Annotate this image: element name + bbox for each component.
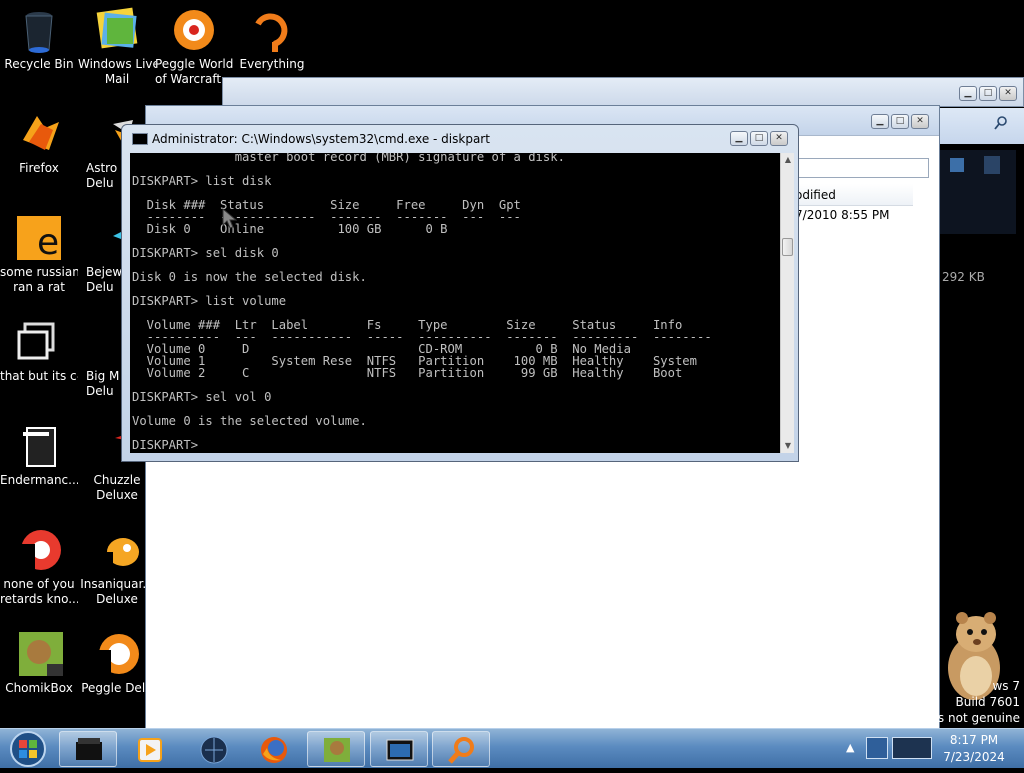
- scroll-down-arrow-icon[interactable]: ▼: [781, 439, 795, 453]
- desktop-icon-endermanc[interactable]: Endermanc...: [0, 422, 78, 488]
- icon-label: Peggle World: [155, 57, 233, 71]
- search-box[interactable]: [791, 158, 929, 178]
- maximize-button[interactable]: □: [891, 114, 909, 129]
- vertical-scrollbar[interactable]: ▲ ▼: [780, 153, 794, 453]
- peggle-icon: [170, 6, 218, 54]
- maximize-button[interactable]: □: [979, 86, 997, 101]
- taskbar-item-chomikbox[interactable]: [307, 731, 365, 767]
- magnifier-icon: [448, 737, 474, 764]
- window-icon: [386, 739, 414, 761]
- file-date-modified: /7/2010 8:55 PM: [791, 208, 890, 222]
- scroll-up-arrow-icon[interactable]: ▲: [781, 153, 795, 167]
- icon-label: that but its c#: [0, 369, 78, 383]
- show-hidden-icons-arrow-icon[interactable]: ▲: [846, 741, 854, 754]
- console-text: master boot record (MBR) signature of a …: [132, 153, 712, 452]
- start-button[interactable]: [2, 729, 54, 769]
- chomikbox-icon: [324, 738, 350, 762]
- chomikbox-icon: [15, 630, 63, 678]
- tray-network-icon[interactable]: [892, 737, 932, 759]
- scroll-thumb[interactable]: [782, 238, 793, 256]
- desktop: Recycle Bin Firefox e some russian ran a…: [0, 0, 1024, 728]
- icon-label: none of you: [3, 577, 75, 591]
- close-button[interactable]: ✕: [770, 131, 788, 146]
- tray-action-center-icon[interactable]: [866, 737, 888, 759]
- desktop-icon-recycle-bin[interactable]: Recycle Bin: [0, 6, 78, 72]
- windows-shortcut-icon: [15, 318, 63, 366]
- taskbar-clock[interactable]: 8:17 PM 7/23/2024: [932, 732, 1016, 766]
- maximize-button[interactable]: □: [750, 131, 768, 146]
- taskbar-item-firefox[interactable]: [244, 731, 302, 767]
- desktop-icon-some-russian-ran-a-rat[interactable]: e some russian ran a rat: [0, 214, 78, 295]
- icon-label: Firefox: [19, 161, 59, 175]
- media-player-icon: [138, 738, 162, 762]
- icon-label: Endermanc...: [0, 473, 78, 487]
- icon-label: Recycle Bin: [4, 57, 74, 71]
- taskbar-item-explorer[interactable]: [370, 731, 428, 767]
- desktop-icon-firefox[interactable]: Firefox: [0, 110, 78, 176]
- watermark-line1: ws 7: [992, 679, 1020, 693]
- taskbar-item-everything[interactable]: [432, 731, 490, 767]
- clock-time: 8:17 PM: [949, 733, 999, 747]
- search-icon[interactable]: [994, 116, 1008, 130]
- minimize-button[interactable]: ▁: [730, 131, 748, 146]
- everything-search-icon: [248, 6, 296, 54]
- cmd-icon: [132, 133, 148, 145]
- taskbar: ▲: [0, 728, 1024, 768]
- globe-icon: [200, 736, 228, 764]
- chrome-like-icon: [15, 526, 63, 574]
- icon-label: ChomikBox: [5, 681, 73, 695]
- minimize-button[interactable]: ▁: [871, 114, 889, 129]
- clock-date: 7/23/2024: [943, 750, 1005, 764]
- icon-label-line2: ran a rat: [13, 280, 65, 294]
- shortcut-e-icon: e: [15, 214, 63, 263]
- mouse-cursor-icon: [222, 208, 238, 229]
- fish-icon: [93, 526, 141, 574]
- icon-label: Windows Live: [78, 57, 156, 71]
- desktop-icon-windows-live-mail[interactable]: Windows Live Mail: [78, 6, 156, 87]
- windows-not-genuine-watermark: ws 7 Build 7601 is not genuine: [935, 678, 1020, 726]
- preview-thumbnail: [950, 158, 964, 172]
- desktop-icon-that-but-its-c[interactable]: that but its c#: [0, 318, 78, 384]
- desktop-icon-none-of-you[interactable]: none of you retards kno...: [0, 526, 78, 607]
- column-header-date-modified[interactable]: odified: [791, 184, 913, 206]
- cmd-title-bar[interactable]: Administrator: C:\Windows\system32\cmd.e…: [122, 125, 798, 153]
- icon-label: some russian: [0, 265, 78, 279]
- firefox-icon: [15, 110, 63, 158]
- program-icon: [15, 422, 63, 470]
- icon-label-line2: Mail: [104, 72, 130, 86]
- peggle-icon: [93, 630, 141, 678]
- close-button[interactable]: ✕: [911, 114, 929, 129]
- close-button[interactable]: ✕: [999, 86, 1017, 101]
- taskbar-item-cmd[interactable]: [59, 731, 117, 767]
- desktop-icon-everything[interactable]: Everything: [233, 6, 311, 72]
- desktop-icon-peggle-world-of-warcraft[interactable]: Peggle World of Warcraft ...: [155, 6, 233, 87]
- svg-text:e: e: [37, 222, 59, 262]
- cmd-title: Administrator: C:\Windows\system32\cmd.e…: [152, 132, 490, 146]
- windows-orb-icon: [10, 731, 46, 767]
- file-size: 292 KB: [942, 270, 985, 284]
- minimize-button[interactable]: ▁: [959, 86, 977, 101]
- taskbar-item-network[interactable]: [184, 731, 242, 767]
- watermark-line3: is not genuine: [934, 711, 1020, 725]
- icon-label: Everything: [239, 57, 305, 71]
- console-output[interactable]: master boot record (MBR) signature of a …: [130, 153, 780, 453]
- desktop-icon-chomikbox[interactable]: ChomikBox: [0, 630, 78, 696]
- cmd-window[interactable]: Administrator: C:\Windows\system32\cmd.e…: [121, 124, 799, 462]
- watermark-line2: Build 7601: [955, 695, 1020, 709]
- mail-icon: [93, 6, 141, 54]
- explorer-window-outer[interactable]: ▁ □ ✕: [222, 77, 1024, 107]
- search-pane[interactable]: [940, 108, 1024, 144]
- cmd-taskbar-icon: [76, 738, 102, 760]
- preview-pane: [940, 150, 1016, 234]
- preview-thumbnail: [984, 156, 1000, 174]
- firefox-icon: [261, 737, 287, 763]
- taskbar-item-media-player[interactable]: [120, 731, 178, 767]
- recycle-bin-icon: [15, 6, 63, 54]
- icon-label-line2: retards kno...: [0, 592, 78, 606]
